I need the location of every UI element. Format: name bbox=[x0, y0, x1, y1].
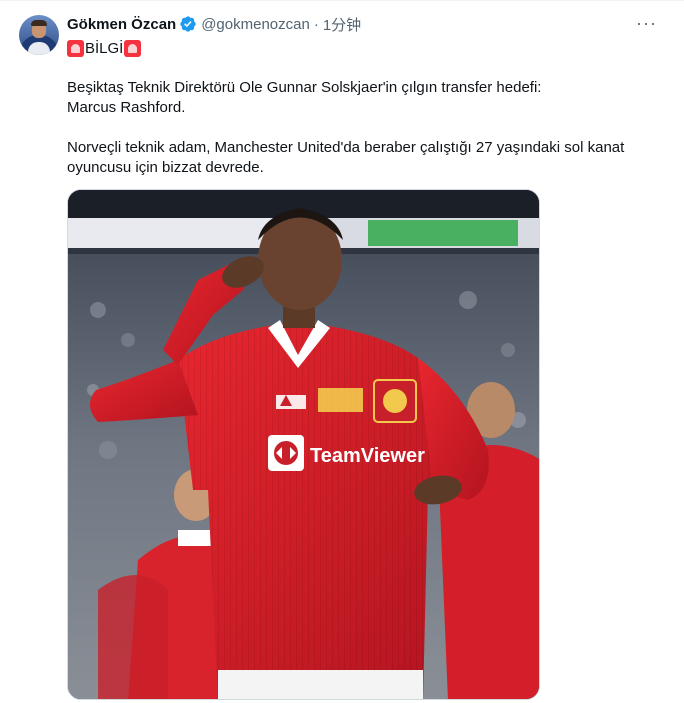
tweet-photo[interactable]: TeamViewer bbox=[67, 189, 540, 700]
text-line: Beşiktaş Teknik Direktörü Ole Gunnar Sol… bbox=[67, 79, 542, 96]
tweet-paragraph-2: Norveçli teknik adam, Manchester United'… bbox=[67, 138, 657, 178]
more-options-icon[interactable]: ··· bbox=[636, 14, 657, 32]
police-light-icon bbox=[67, 39, 84, 57]
divider bbox=[0, 0, 684, 1]
tweet-card[interactable]: Gökmen Özcan @gokmenozcan · 1分钟 ··· BİLG… bbox=[0, 0, 684, 703]
verified-badge-icon bbox=[180, 16, 196, 32]
tweet-paragraph-1: Beşiktaş Teknik Direktörü Ole Gunnar Sol… bbox=[67, 78, 647, 118]
separator-dot: · bbox=[313, 15, 319, 33]
tag-text: BİLGİ bbox=[85, 39, 124, 57]
text-line: Marcus Rashford. bbox=[67, 99, 186, 116]
author-name[interactable]: Gökmen Özcan bbox=[67, 16, 176, 33]
police-light-icon bbox=[124, 39, 142, 57]
text-line: oyuncusu için bizzat devrede. bbox=[67, 159, 264, 176]
author-handle[interactable]: @gokmenozcan bbox=[201, 16, 310, 33]
tweet-header: Gökmen Özcan @gokmenozcan · 1分钟 bbox=[67, 14, 361, 34]
tag-line: BİLGİ bbox=[67, 38, 142, 58]
sponsor-text: TeamViewer bbox=[310, 445, 425, 467]
footballer-photo: TeamViewer bbox=[68, 190, 539, 699]
text-line: Norveçli teknik adam, Manchester United'… bbox=[67, 139, 625, 156]
author-avatar[interactable] bbox=[19, 15, 59, 55]
tweet-timestamp[interactable]: 1分钟 bbox=[323, 14, 361, 35]
